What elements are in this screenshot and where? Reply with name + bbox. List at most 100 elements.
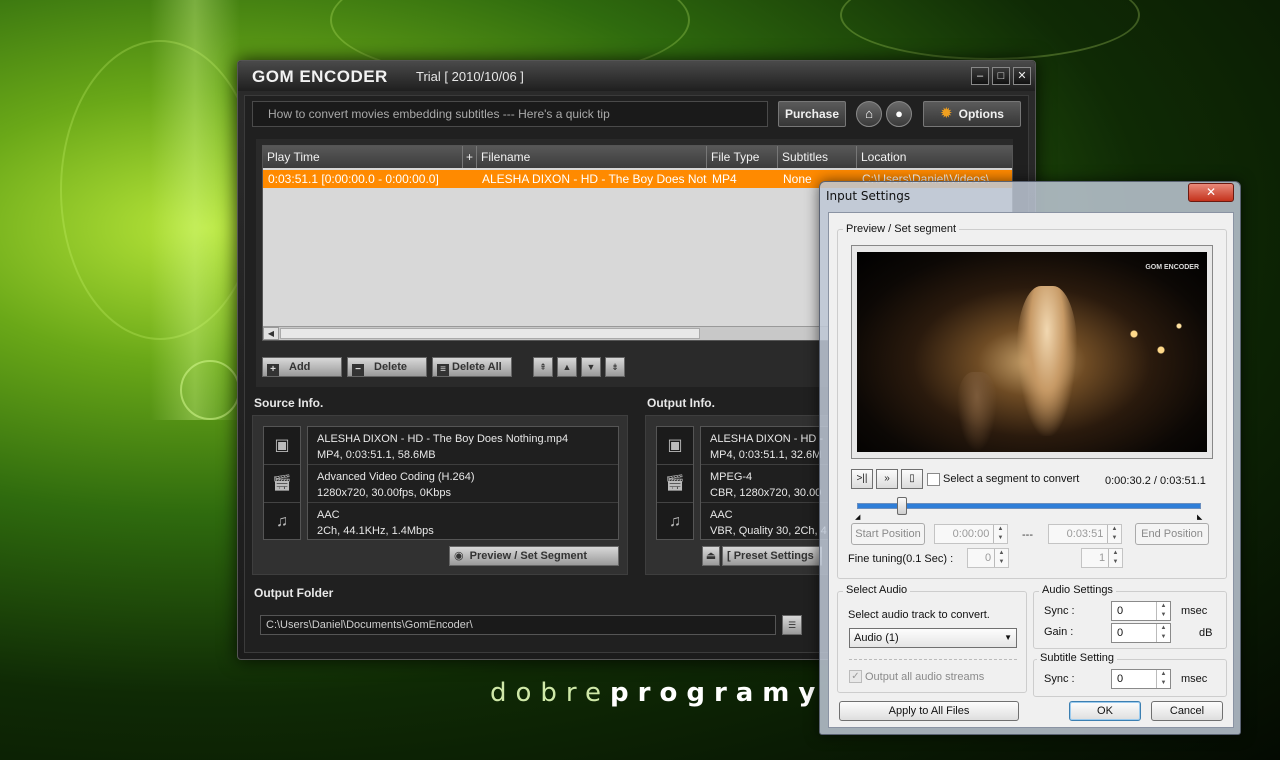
output-folder-input[interactable]: C:\Users\Daniel\Documents\GomEncoder\ bbox=[260, 615, 776, 635]
apply-to-all-button[interactable]: Apply to All Files bbox=[839, 701, 1019, 721]
start-position-field[interactable]: 0:00:00 ▲ ▼ bbox=[934, 524, 1008, 544]
audio-sync-field[interactable]: 0 ▲ ▼ bbox=[1111, 601, 1171, 621]
options-button[interactable]: ✹ Options bbox=[923, 101, 1021, 127]
move-top-icon[interactable]: ⇞ bbox=[533, 357, 553, 377]
subtitle-sync-unit: msec bbox=[1181, 673, 1208, 685]
move-up-icon[interactable]: ▲ bbox=[557, 357, 577, 377]
delete-button[interactable]: − Delete bbox=[347, 357, 427, 377]
video-frame: GOM ENCODER bbox=[857, 252, 1207, 452]
column-subtitles[interactable]: Subtitles bbox=[778, 146, 857, 168]
delete-all-icon: ≡ bbox=[437, 364, 449, 376]
move-down-icon[interactable]: ▼ bbox=[581, 357, 601, 377]
audio-track-select[interactable]: Audio (1) ▼ bbox=[849, 628, 1017, 648]
start-position-button[interactable]: Start Position bbox=[851, 523, 925, 545]
minimize-button[interactable]: – bbox=[971, 67, 989, 85]
delete-all-label: Delete All bbox=[452, 361, 502, 373]
source-info-panel: ▣ 🎬︎ ♫ ALESHA DIXON - HD - The Boy Does … bbox=[252, 415, 628, 575]
gain-field[interactable]: 0 ▲ ▼ bbox=[1111, 623, 1171, 643]
dialog-title: Input Settings bbox=[826, 189, 911, 203]
position-slider[interactable] bbox=[857, 503, 1201, 509]
output-info-label: Output Info. bbox=[647, 396, 715, 410]
video-preview[interactable]: GOM ENCODER bbox=[851, 245, 1213, 459]
source-video-info: Advanced Video Coding (H.264) 1280x720, 3… bbox=[308, 465, 618, 503]
preset-up-icon[interactable]: ⏏ bbox=[702, 546, 720, 566]
chevron-down-icon: ▼ bbox=[1004, 633, 1012, 642]
file-list-header: Play Time + Filename File Type Subtitles… bbox=[263, 146, 1012, 168]
app-edition: Trial [ 2010/10/06 ] bbox=[416, 69, 524, 84]
video-figure-main bbox=[1017, 286, 1077, 436]
preview-group-label: Preview / Set segment bbox=[843, 223, 960, 235]
background-swirl bbox=[840, 0, 1140, 60]
watermark: dobreprogramy bbox=[490, 678, 824, 708]
dialog-body: Preview / Set segment GOM ENCODER >|| » … bbox=[828, 212, 1234, 728]
file-icon: ▣ bbox=[657, 427, 693, 465]
source-file-info: ALESHA DIXON - HD - The Boy Does Nothing… bbox=[308, 427, 618, 465]
segment-checkbox-label: Select a segment to convert bbox=[943, 473, 1080, 485]
slider-tick-left-icon: ◢ bbox=[855, 514, 861, 521]
subtitle-settings-label: Subtitle Setting bbox=[1037, 652, 1117, 664]
subtitle-sync-field[interactable]: 0 ▲ ▼ bbox=[1111, 669, 1171, 689]
fast-forward-button[interactable]: » bbox=[876, 469, 898, 489]
cell-play-time: 0:03:51.1 [0:00:00.0 - 0:00:00.0] bbox=[268, 172, 439, 186]
title-bar[interactable]: GOM ENCODER Trial [ 2010/10/06 ] – □ ✕ bbox=[238, 61, 1035, 91]
ok-button[interactable]: OK bbox=[1069, 701, 1141, 721]
add-button[interactable]: + Add bbox=[262, 357, 342, 377]
fine-tuning-start-field[interactable]: 0 ▲ ▼ bbox=[967, 548, 1009, 568]
home-icon[interactable]: ⌂ bbox=[856, 101, 882, 127]
watermark-light: dobre bbox=[490, 678, 611, 708]
subtitle-sync-label: Sync : bbox=[1044, 673, 1075, 685]
fine-tuning-label: Fine tuning(0.1 Sec) : bbox=[848, 553, 954, 565]
column-plus[interactable]: + bbox=[463, 146, 477, 168]
cell-filename: ALESHA DIXON - HD - The Boy Does Noth bbox=[482, 172, 707, 186]
column-location[interactable]: Location bbox=[857, 146, 1012, 168]
plus-icon: + bbox=[267, 364, 279, 376]
tip-bar[interactable]: How to convert movies embedding subtitle… bbox=[252, 101, 768, 127]
time-display: 0:00:30.2 / 0:03:51.1 bbox=[1105, 475, 1206, 487]
segment-checkbox[interactable] bbox=[927, 473, 940, 486]
scroll-left-icon[interactable]: ◀ bbox=[263, 327, 279, 340]
play-pause-button[interactable]: >|| bbox=[851, 469, 873, 489]
maximize-button[interactable]: □ bbox=[992, 67, 1010, 85]
column-file-type[interactable]: File Type bbox=[707, 146, 778, 168]
video-logo: GOM ENCODER bbox=[1145, 264, 1199, 271]
source-info-label: Source Info. bbox=[254, 396, 324, 410]
audio-sync-label: Sync : bbox=[1044, 605, 1075, 617]
delete-all-button[interactable]: ≡ Delete All bbox=[432, 357, 512, 377]
file-icon: ▣ bbox=[264, 427, 300, 465]
slider-thumb[interactable] bbox=[896, 497, 907, 515]
end-position-button[interactable]: End Position bbox=[1135, 523, 1209, 545]
watermark-bold: programy bbox=[610, 678, 825, 708]
source-info-box: ALESHA DIXON - HD - The Boy Does Nothing… bbox=[307, 426, 619, 540]
move-bottom-icon[interactable]: ⇟ bbox=[605, 357, 625, 377]
purchase-button[interactable]: Purchase bbox=[778, 101, 846, 127]
column-play-time[interactable]: Play Time bbox=[263, 146, 463, 168]
select-audio-hint: Select audio track to convert. bbox=[848, 609, 990, 621]
stop-button[interactable]: ▯ bbox=[901, 469, 923, 489]
gain-unit: dB bbox=[1199, 627, 1213, 639]
audio-icon: ♫ bbox=[276, 513, 288, 530]
preset-settings-button[interactable]: [ Preset Settings bbox=[722, 546, 822, 566]
preview-set-segment-button[interactable]: ◉ Preview / Set Segment bbox=[449, 546, 619, 566]
minus-icon: − bbox=[352, 364, 364, 376]
close-button[interactable]: ✕ bbox=[1013, 67, 1031, 85]
eye-icon: ◉ bbox=[454, 550, 464, 562]
select-audio-label: Select Audio bbox=[843, 584, 911, 596]
fine-tuning-end-field[interactable]: 1 ▲ ▼ bbox=[1081, 548, 1123, 568]
source-audio-info: AAC 2Ch, 44.1KHz, 1.4Mbps bbox=[317, 509, 434, 537]
slider-tick-right-icon: ◣ bbox=[1197, 514, 1203, 521]
source-icon-column: ▣ 🎬︎ ♫ bbox=[263, 426, 301, 540]
cancel-button[interactable]: Cancel bbox=[1151, 701, 1223, 721]
video-icon: 🎬︎ bbox=[657, 465, 693, 503]
folder-browse-icon[interactable]: ☰ bbox=[782, 615, 802, 635]
video-icon: 🎬︎ bbox=[264, 465, 300, 503]
audio-settings-label: Audio Settings bbox=[1039, 584, 1116, 596]
chat-icon[interactable]: ● bbox=[886, 101, 912, 127]
delete-label: Delete bbox=[374, 361, 408, 373]
position-separator: --- bbox=[1022, 529, 1033, 541]
output-all-audio-checkbox[interactable]: ✓ bbox=[849, 670, 862, 683]
video-figure-back bbox=[957, 372, 997, 452]
scroll-thumb[interactable] bbox=[280, 328, 700, 339]
dialog-close-button[interactable]: ✕ bbox=[1188, 183, 1234, 202]
column-filename[interactable]: Filename bbox=[477, 146, 707, 168]
end-position-field[interactable]: 0:03:51 ▲ ▼ bbox=[1048, 524, 1122, 544]
